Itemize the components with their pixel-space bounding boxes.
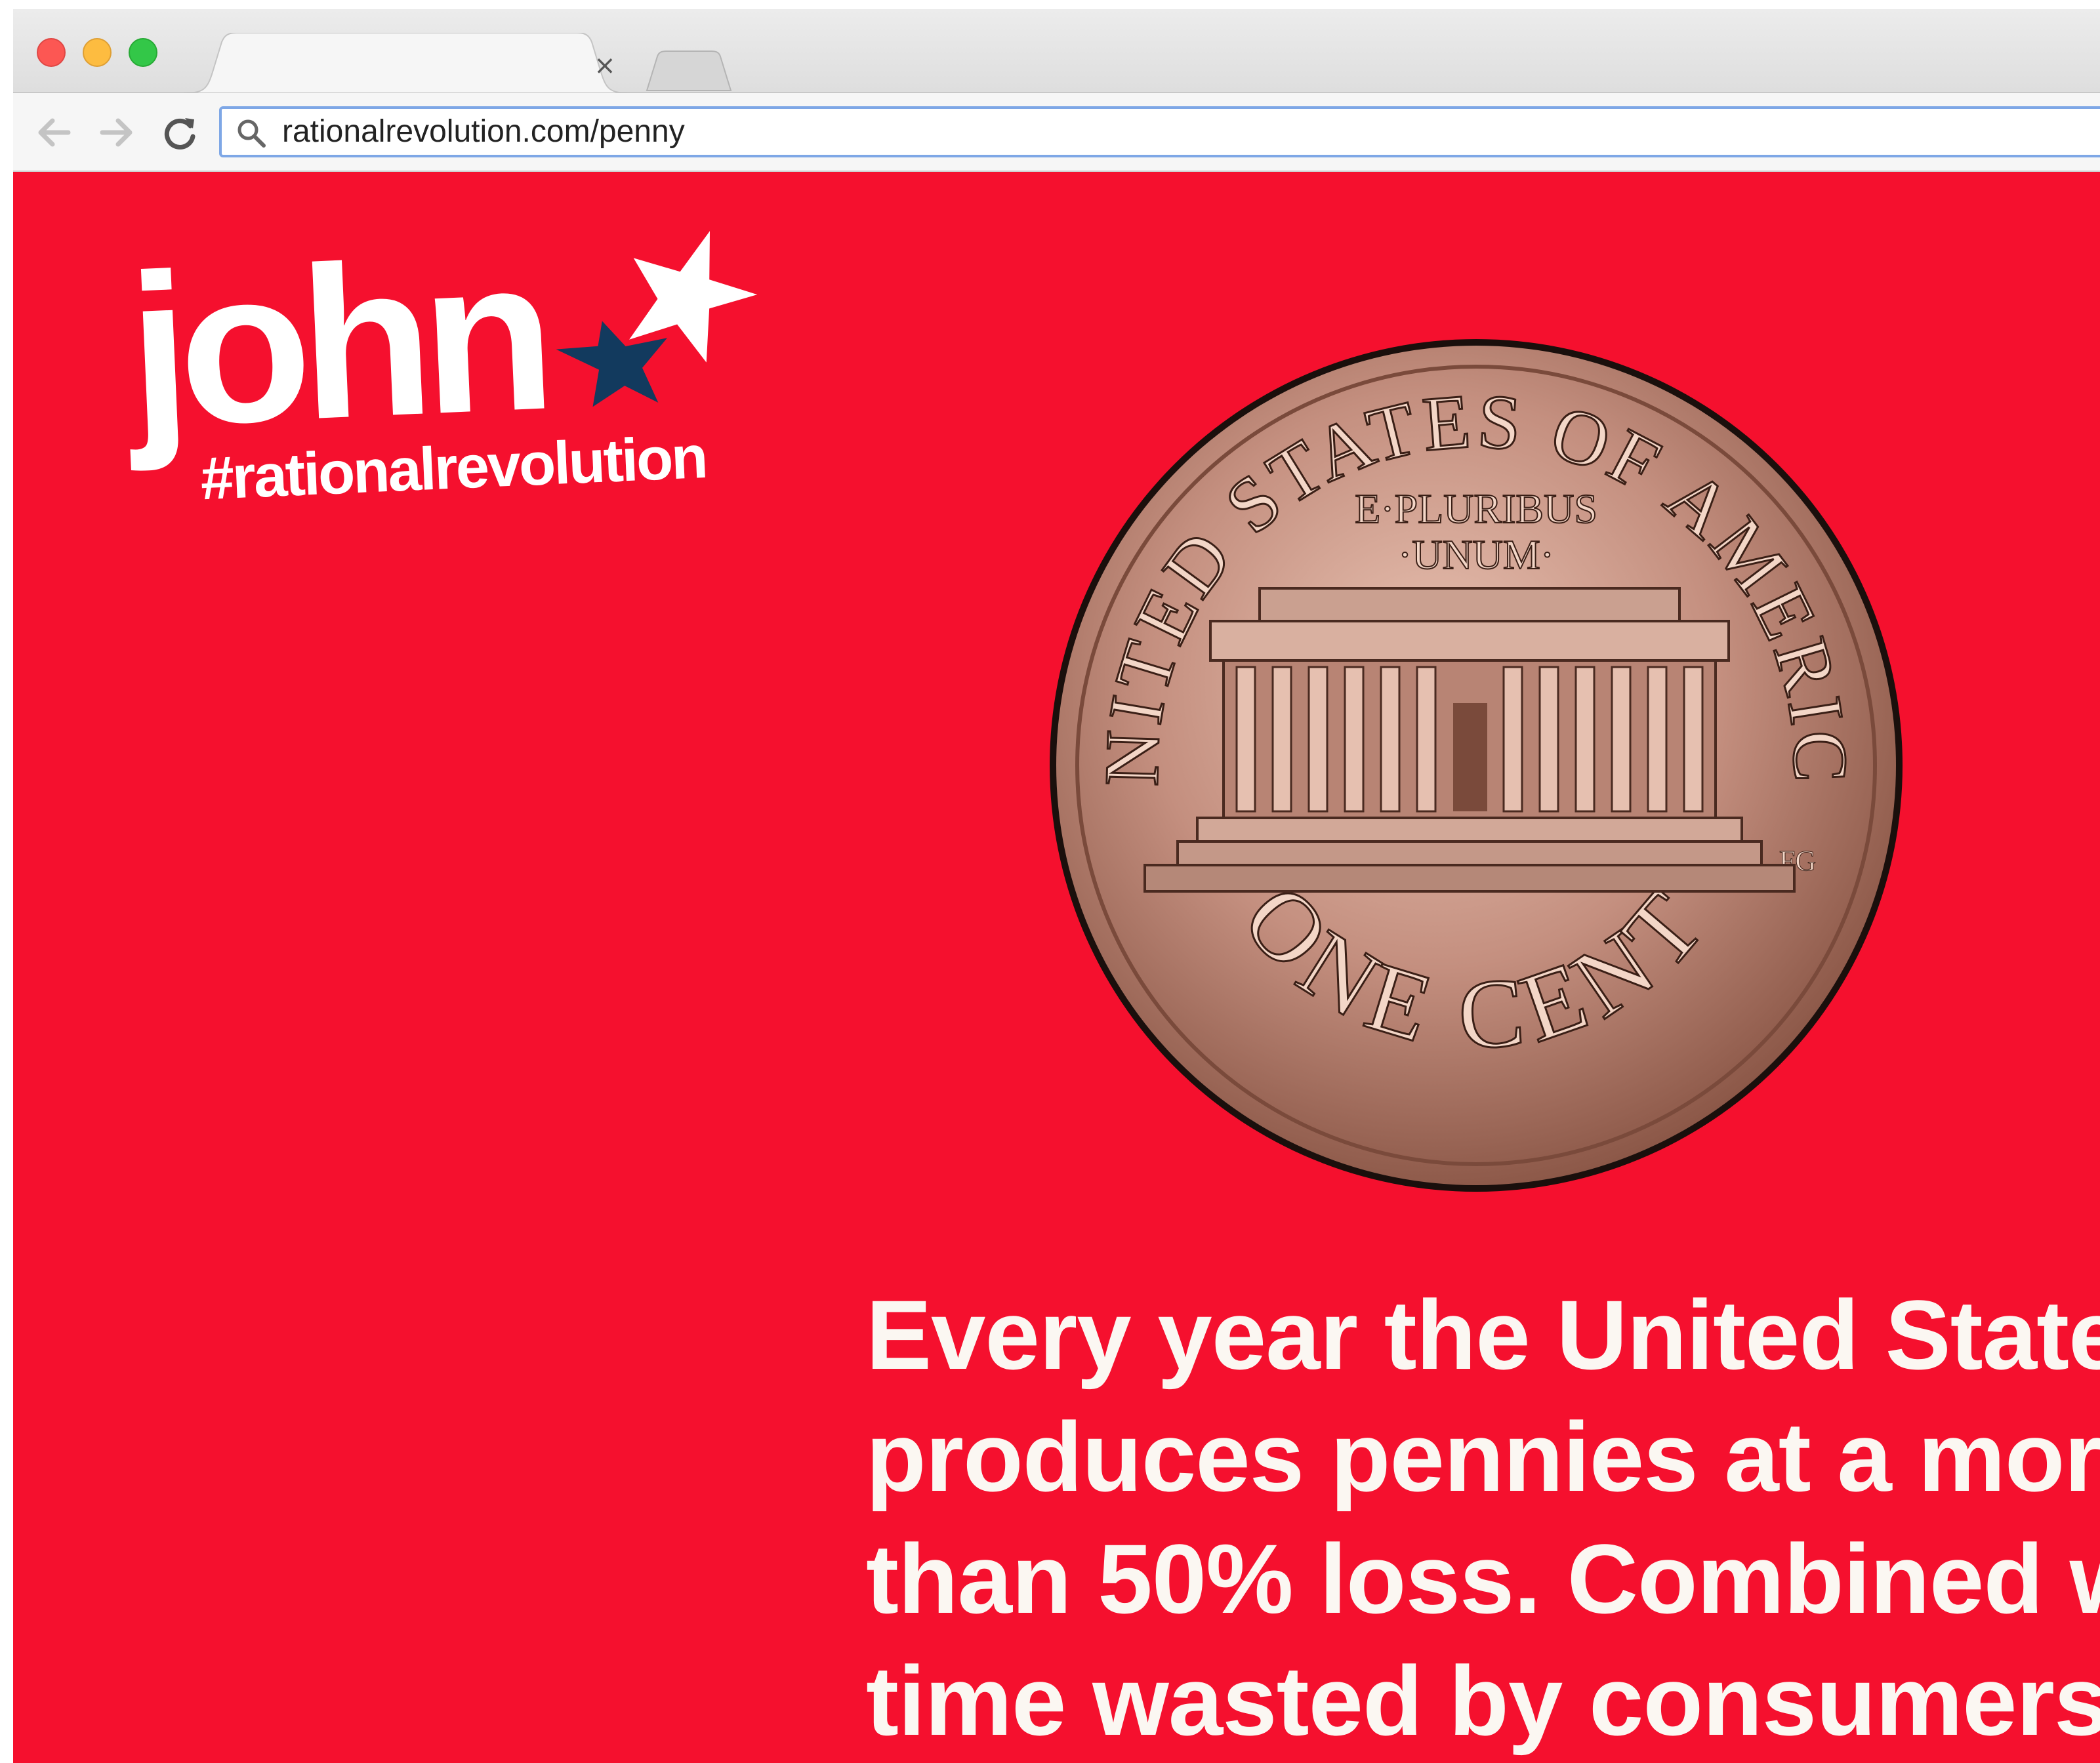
body-line-1: Every year the United States — [866, 1280, 2100, 1390]
coin-motto-line2: ·UNUM· — [1398, 531, 1554, 578]
body-copy: Every year the United States produces pe… — [866, 1274, 2100, 1762]
minimize-window-button[interactable] — [83, 38, 112, 67]
back-button[interactable] — [33, 111, 75, 153]
body-line-4: time wasted by consumers, — [866, 1646, 2100, 1756]
browser-window: × rationalrevolution.com/penny john #rat… — [13, 9, 2100, 1763]
tab-active[interactable] — [184, 33, 656, 93]
close-window-button[interactable] — [37, 38, 66, 67]
url-text[interactable]: rationalrevolution.com/penny — [282, 109, 685, 155]
memorial-building — [1143, 587, 1796, 893]
star-icon — [538, 222, 783, 428]
browser-toolbar: rationalrevolution.com/penny — [13, 93, 2100, 172]
arrow-left-icon — [38, 118, 71, 147]
logo-wordmark: john — [124, 212, 550, 472]
forward-button[interactable] — [96, 111, 138, 153]
search-icon — [235, 117, 268, 150]
title-bar: × — [13, 9, 2100, 93]
address-bar[interactable]: rationalrevolution.com/penny — [219, 106, 2100, 157]
page-viewport: john #rationalrevolution NITED STATES OF… — [13, 172, 2100, 1763]
john-logo[interactable]: john #rationalrevolution — [112, 212, 815, 584]
tab-close-icon[interactable]: × — [590, 51, 619, 80]
arrow-right-icon — [100, 118, 133, 147]
reload-icon — [164, 118, 196, 150]
reload-button[interactable] — [159, 111, 201, 153]
zoom-window-button[interactable] — [129, 38, 157, 67]
body-line-3: than 50% loss. Combined with — [866, 1524, 2100, 1634]
new-tab-button[interactable] — [643, 50, 735, 92]
penny-coin-image: UNITED STATES OF AMERICA ONE CENT E·PLUR… — [1016, 266, 1906, 1195]
coin-motto-line1: E·PLURIBUS — [1355, 485, 1597, 532]
body-line-2: produces pennies at a more — [866, 1402, 2100, 1512]
